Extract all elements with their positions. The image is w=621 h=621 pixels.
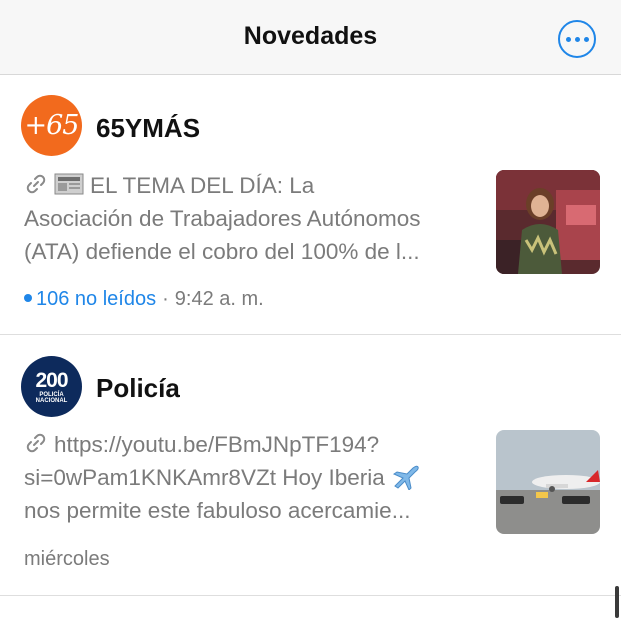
airplane-icon [392,465,419,490]
unread-count[interactable]: 106 no leídos [24,288,156,310]
scrollbar[interactable] [615,586,619,618]
avatar-number: 200 [35,368,68,392]
newspaper-icon [54,173,84,195]
avatar-label: +65 [24,110,80,141]
message-time: miércoles [24,548,110,570]
airplane-photo [496,430,600,534]
message-preview: https://youtu.be/FBmJNpTF194? si=0wPam1K… [24,428,484,527]
top-bar: Novedades [0,0,621,75]
link-icon [26,174,46,194]
preview-line: https://youtu.be/FBmJNpTF194? [54,432,380,457]
channel-name: Policía [96,373,180,403]
channel-name: 65YMÁS [96,113,201,143]
page-title: Novedades [243,22,378,50]
ellipsis-circle-icon[interactable] [558,20,596,58]
message-time: 9:42 a. m. [174,288,264,310]
preview-line: Asociación de Trabajadores Autónomos [24,206,421,231]
message-meta: miércoles [24,548,110,571]
channel-update-item[interactable]: 200 POLICÍA NACIONAL Policía https://you… [0,336,621,596]
channel-update-item[interactable]: +65 65YMÁS EL TEMA DEL DÍA: La Asociació… [0,76,621,335]
avatar-subtext: NACIONAL [35,397,68,404]
preview-thumbnail[interactable] [496,170,600,274]
studio-photo [496,170,600,274]
preview-line: si=0wPam1KNKAmr8VZt Hoy Iberia [24,465,385,490]
link-icon [26,433,46,453]
channel-avatar[interactable]: +65 [21,95,82,156]
unread-dot-icon [24,294,32,302]
preview-thumbnail[interactable] [496,430,600,534]
separator: · [162,288,169,310]
preview-line: (ATA) defiende el cobro del 100% de l... [24,239,420,264]
preview-line: nos permite este fabuloso acercamie... [24,498,411,523]
channel-avatar[interactable]: 200 POLICÍA NACIONAL [21,356,82,417]
preview-line: EL TEMA DEL DÍA: La [90,173,315,198]
message-preview: EL TEMA DEL DÍA: La Asociación de Trabaj… [24,169,484,268]
message-meta: 106 no leídos · 9:42 a. m. [24,288,264,311]
